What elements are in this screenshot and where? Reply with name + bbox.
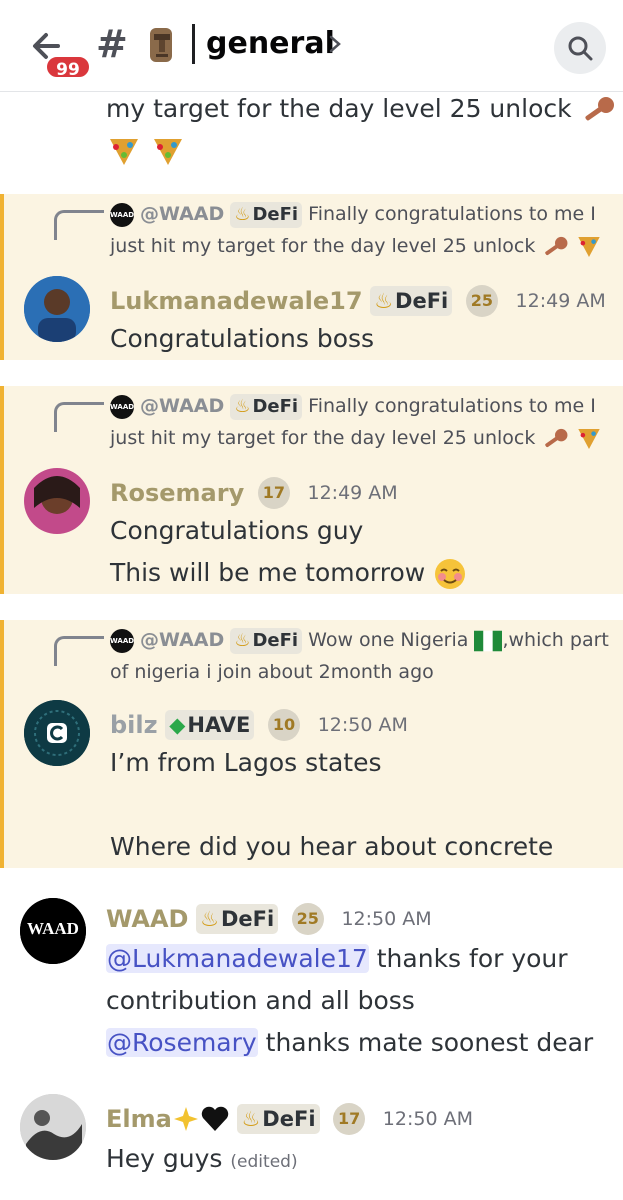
user-photo-icon <box>20 1094 86 1160</box>
flame-icon: ♨ <box>241 1107 261 1131</box>
message-text: Congratulations guy <box>110 516 364 545</box>
author-name[interactable]: bilz <box>110 711 158 739</box>
message-text: I’m from Lagos states <box>110 748 382 777</box>
key-emoji-icon <box>545 236 568 255</box>
timestamp: 12:49 AM <box>515 290 606 312</box>
reply-avatar: WAAD <box>110 628 134 653</box>
avatar[interactable]: WAAD <box>20 898 86 964</box>
flame-icon: ♨ <box>234 203 251 225</box>
timestamp: 12:50 AM <box>382 1108 473 1130</box>
role-tag: ♨DeFi <box>230 201 303 228</box>
author-line: Lukmanadewale17 ♨DeFi 25 12:49 AM <box>110 280 606 321</box>
chevron-right-icon[interactable] <box>328 34 342 54</box>
party-popper-emoji-icon <box>578 428 601 449</box>
level-badge: 17 <box>333 1103 366 1135</box>
user-photo-icon <box>24 468 90 534</box>
message-content: Hey guys (edited) <box>106 1138 606 1183</box>
level-badge: 17 <box>257 477 290 509</box>
message-highlighted[interactable]: WAAD @WAAD ♨ DeFi Finally congratulations … <box>0 194 623 360</box>
flame-icon: ♨ <box>234 629 251 651</box>
timestamp: 12:49 AM <box>307 482 398 504</box>
channel-hash-icon: # <box>96 22 128 66</box>
channel-name[interactable]: general <box>206 26 335 61</box>
message-text: thanks mate soonest dear <box>257 1028 594 1057</box>
avatar[interactable] <box>24 700 90 766</box>
author-name[interactable]: WAAD <box>106 905 188 933</box>
message-text: Where did you hear about concrete <box>110 832 554 861</box>
reply-connector <box>54 402 104 432</box>
level-badge: 25 <box>465 285 498 317</box>
reply-avatar: WAAD <box>110 202 134 227</box>
role-tag: ♨DeFi <box>230 627 303 654</box>
message-content: Congratulations boss <box>110 318 610 360</box>
author-line: Rosemary 17 12:49 AM <box>110 472 398 513</box>
channel-header: 99 # general <box>0 0 623 92</box>
message-highlighted[interactable]: WAAD @WAAD ♨ DeFi Wow one Nigeria ,which p… <box>0 620 623 868</box>
moai-emoji-icon <box>150 28 172 62</box>
level-badge: 25 <box>291 903 324 935</box>
dizzy-emoji-icon <box>173 1107 198 1131</box>
avatar-text: WAAD <box>27 919 79 938</box>
search-icon <box>568 36 593 61</box>
reply-preview[interactable]: WAAD @WAAD ♨ DeFi Finally congratulations … <box>110 390 610 454</box>
user-mention[interactable]: @Lukmanadewale17 <box>106 944 369 973</box>
avatar[interactable] <box>24 468 90 534</box>
reply-avatar: WAAD <box>110 394 134 419</box>
header-divider <box>192 24 195 64</box>
message-content: I’m from Lagos states Where did you hear… <box>110 742 610 868</box>
avatar[interactable] <box>20 1094 86 1160</box>
message-text: Hey guys <box>106 1144 223 1173</box>
concrete-logo-icon <box>24 700 90 766</box>
role-tag: ♨DeFi <box>230 393 303 420</box>
party-popper-emoji-icon <box>578 236 601 257</box>
author-name[interactable]: Lukmanadewale17 <box>110 287 363 315</box>
key-emoji-icon <box>545 428 568 447</box>
reply-author: @WAAD <box>140 395 225 417</box>
party-popper-emoji-icon <box>153 139 182 165</box>
reply-connector <box>54 636 104 666</box>
reply-author: @WAAD <box>140 629 225 651</box>
reply-author: @WAAD <box>140 203 225 225</box>
message-content: Congratulations guy This will be me tomo… <box>110 510 610 594</box>
message-feed[interactable]: my target for the day level 25 unlock WA… <box>0 92 623 1200</box>
reply-preview[interactable]: WAAD @WAAD ♨ DeFi Finally congratulations … <box>110 198 610 262</box>
black-heart-emoji-icon <box>201 1106 229 1131</box>
message-text: Congratulations boss <box>110 324 375 353</box>
author-line: Elma ♨DeFi 17 12:50 AM <box>106 1098 473 1139</box>
role-tag: ♨DeFi <box>370 286 453 316</box>
role-tag: ♨DeFi <box>196 904 279 934</box>
edited-label: (edited) <box>230 1152 298 1172</box>
role-tag: ♨DeFi <box>237 1104 320 1134</box>
flame-icon: ♨ <box>374 289 394 313</box>
message-text: my target for the day level 25 unlock <box>106 94 572 123</box>
user-photo-icon <box>24 276 90 342</box>
author-line: bilz ◆HAVE 10 12:50 AM <box>110 704 408 745</box>
message-content: @Lukmanadewale17 thanks for your contrib… <box>106 938 606 1064</box>
avatar[interactable] <box>24 276 90 342</box>
flame-icon: ♨ <box>234 395 251 417</box>
unread-badge: 99 <box>44 54 92 80</box>
reply-preview[interactable]: WAAD @WAAD ♨ DeFi Wow one Nigeria ,which p… <box>110 624 610 688</box>
flame-icon: ♨ <box>200 907 219 931</box>
party-popper-emoji-icon <box>110 139 138 165</box>
author-line: WAAD ♨DeFi 25 12:50 AM <box>106 898 432 939</box>
message-highlighted[interactable]: WAAD @WAAD ♨ DeFi Finally congratulations … <box>0 386 623 594</box>
search-button[interactable] <box>554 22 606 74</box>
timestamp: 12:50 AM <box>341 908 432 930</box>
nigeria-flag-icon <box>474 630 503 651</box>
key-emoji-icon <box>584 97 614 121</box>
author-name[interactable]: Elma <box>106 1105 172 1133</box>
role-tag: ◆HAVE <box>165 710 255 740</box>
gem-icon: ◆ <box>169 713 186 737</box>
reply-text: Wow one Nigeria <box>308 629 469 651</box>
author-name[interactable]: Rosemary <box>110 479 244 507</box>
message-continuation: my target for the day level 25 unlock <box>106 92 616 172</box>
user-mention[interactable]: @Rosemary <box>106 1028 258 1057</box>
message-text: This will be me tomorrow <box>110 558 426 587</box>
reply-connector <box>54 210 104 240</box>
smiling-face-emoji-icon <box>435 559 466 589</box>
level-badge: 10 <box>268 709 301 741</box>
timestamp: 12:50 AM <box>317 714 408 736</box>
